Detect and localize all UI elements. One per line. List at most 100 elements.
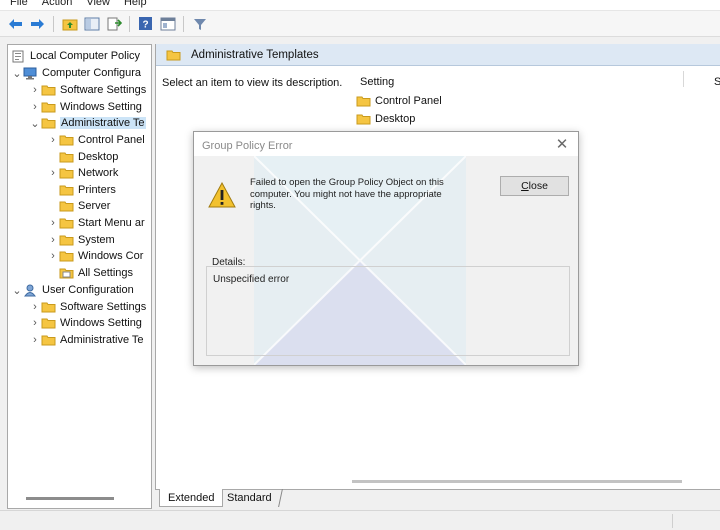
tree-item-desktop[interactable]: Desktop (47, 149, 118, 165)
menu-help[interactable]: Help (124, 0, 147, 8)
all-settings-icon (59, 267, 74, 279)
chevron-right-icon[interactable]: › (29, 99, 41, 115)
details-textbox[interactable]: Unspecified error (206, 266, 570, 356)
tab-standard[interactable]: Standard (217, 489, 283, 507)
column-header-state[interactable]: S (714, 76, 720, 88)
folder-icon (41, 301, 56, 313)
chevron-down-icon[interactable]: ⌄ (29, 115, 41, 131)
tree-item-label: Windows Cor (78, 250, 144, 262)
toolbar-separator (129, 15, 130, 32)
details-header: Administrative Templates (156, 44, 720, 66)
user-icon (23, 284, 38, 297)
chevron-right-icon[interactable]: › (47, 132, 59, 148)
tree-item-server[interactable]: Server (47, 198, 110, 214)
tree-item-system[interactable]: › System (47, 232, 115, 248)
tree-item-network[interactable]: › Network (47, 165, 118, 181)
close-icon[interactable]: ✕ (554, 136, 570, 153)
menu-bar: File Action View Help (0, 0, 720, 11)
tree-item-label: Desktop (78, 151, 119, 163)
list-item-control-panel[interactable]: Control Panel (356, 93, 442, 109)
tree-item-user-administrative-templates[interactable]: › Administrative Te (29, 332, 144, 348)
back-arrow-icon[interactable] (6, 14, 25, 33)
menu-action[interactable]: Action (42, 0, 73, 8)
chevron-right-icon[interactable]: › (29, 332, 41, 348)
chevron-right-icon[interactable]: › (47, 232, 59, 248)
tree-item-user-configuration[interactable]: ⌄ User Configuration (11, 282, 134, 298)
column-header-setting[interactable]: Setting (360, 76, 394, 88)
toolbar-separator (183, 15, 184, 32)
status-bar (0, 510, 720, 530)
tree-item-label: Windows Setting (60, 317, 142, 329)
computer-icon (23, 67, 38, 80)
tree-item-label: Start Menu ar (78, 217, 145, 229)
tree-item-label: Software Settings (60, 301, 147, 313)
export-list-icon[interactable] (104, 14, 123, 33)
tree-item-control-panel[interactable]: › Control Panel (47, 132, 145, 148)
tree-item-windows-components[interactable]: › Windows Cor (47, 248, 143, 264)
list-item-desktop[interactable]: Desktop (356, 111, 415, 127)
chevron-right-icon[interactable]: › (47, 248, 59, 264)
tree-item-windows-settings[interactable]: › Windows Setting (29, 99, 142, 115)
folder-icon (59, 184, 74, 196)
tree-item-start-menu[interactable]: › Start Menu ar (47, 215, 145, 231)
dialog-title: Group Policy Error (202, 140, 293, 152)
details-horizontal-scrollbar[interactable] (352, 480, 682, 483)
tree-item-user-windows-settings[interactable]: › Windows Setting (29, 315, 142, 331)
tree-item-computer-configuration[interactable]: ⌄ Computer Configura (11, 65, 141, 81)
menu-file[interactable]: File (10, 0, 28, 8)
group-policy-error-dialog: Group Policy Error ✕ Failed to open the … (193, 131, 579, 366)
tree-item-label: Windows Setting (60, 101, 142, 113)
tree-item-administrative-templates[interactable]: ⌄ Administrative Te (29, 115, 146, 131)
show-hide-tree-icon[interactable] (82, 14, 101, 33)
tree-item-local-computer-policy[interactable]: Local Computer Policy (11, 48, 140, 64)
folder-icon (166, 49, 181, 61)
list-item-label: Control Panel (375, 95, 442, 107)
folder-icon (41, 334, 56, 346)
details-header-title: Administrative Templates (191, 48, 319, 61)
chevron-right-icon[interactable]: › (29, 299, 41, 315)
tree-item-label: Printers (78, 184, 116, 196)
svg-text:?: ? (142, 20, 148, 31)
tree-item-label: Software Settings (60, 84, 147, 96)
close-button[interactable]: Close (500, 176, 569, 196)
tree-item-label: System (78, 234, 115, 246)
folder-icon (59, 167, 74, 179)
tree-item-label: Administrative Te (60, 334, 144, 346)
tab-extended[interactable]: Extended (159, 489, 224, 507)
tree-item-label: Control Panel (78, 134, 145, 146)
chevron-down-icon[interactable]: ⌄ (11, 282, 23, 298)
details-text: Unspecified error (213, 274, 290, 285)
chevron-down-icon[interactable]: ⌄ (11, 65, 23, 81)
folder-icon (41, 117, 56, 129)
up-folder-icon[interactable] (60, 14, 79, 33)
tree-item-all-settings[interactable]: All Settings (47, 265, 133, 281)
tree-item-user-software-settings[interactable]: › Software Settings (29, 299, 146, 315)
tree-item-label: All Settings (78, 267, 134, 279)
chevron-right-icon[interactable]: › (47, 165, 59, 181)
column-divider[interactable] (683, 71, 684, 87)
folder-icon (356, 95, 371, 107)
close-button-label: lose (528, 180, 548, 192)
properties-pane-icon[interactable] (158, 14, 177, 33)
folder-icon (59, 134, 74, 146)
toolbar-separator (53, 15, 54, 32)
chevron-right-icon[interactable]: › (47, 215, 59, 231)
filter-icon[interactable] (190, 14, 209, 33)
menu-view[interactable]: View (86, 0, 110, 8)
folder-icon (41, 101, 56, 113)
tree-item-software-settings[interactable]: › Software Settings (29, 82, 146, 98)
forward-arrow-icon[interactable] (28, 14, 47, 33)
chevron-right-icon[interactable]: › (29, 82, 41, 98)
tree-horizontal-scrollbar[interactable] (26, 497, 114, 500)
tree-item-printers[interactable]: Printers (47, 182, 116, 198)
error-message: Failed to open the Group Policy Object o… (250, 177, 444, 211)
folder-icon (59, 234, 74, 246)
tree-item-label: Server (78, 200, 111, 212)
console-tree: Local Computer Policy ⌄ Computer Configu… (7, 44, 152, 509)
close-button-accelerator: C (521, 180, 529, 192)
policy-document-icon (11, 50, 26, 63)
warning-icon (208, 181, 236, 208)
help-icon[interactable]: ? (136, 14, 155, 33)
chevron-right-icon[interactable]: › (29, 315, 41, 331)
folder-icon (41, 84, 56, 96)
